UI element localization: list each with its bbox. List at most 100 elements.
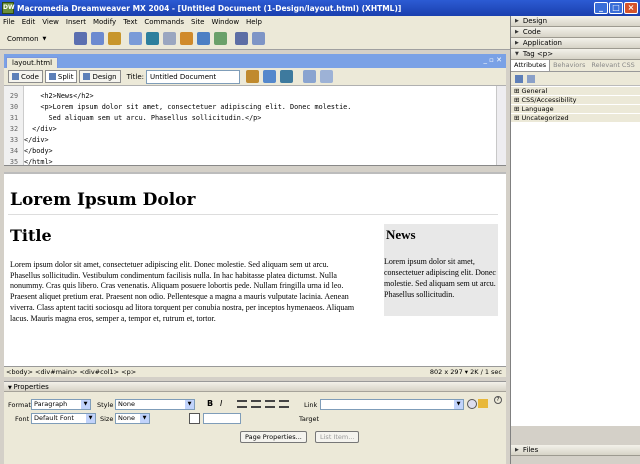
table-icon[interactable] [129,32,142,45]
menu-window[interactable]: Window [211,18,239,26]
menu-modify[interactable]: Modify [93,18,116,26]
font-label: Font [15,415,30,423]
design-view-label: Design [92,72,117,81]
size-label: Size [100,415,114,423]
page-properties-button[interactable]: Page Properties... [240,431,307,443]
link-label: Link [304,401,318,409]
maximize-button[interactable]: □ [609,2,623,14]
chevron-down-icon: ▼ [454,400,463,409]
link-input[interactable]: ▼ [320,399,464,410]
triangle-right-icon: ▶ [515,18,519,24]
layer-icon[interactable] [146,32,159,45]
menu-site[interactable]: Site [191,18,204,26]
tag-inspector-header[interactable]: ▼ Tag <p> [511,49,640,60]
list-item-button[interactable]: List Item... [315,431,360,443]
align-center-icon[interactable] [251,400,261,408]
menu-text[interactable]: Text [123,18,137,26]
comment-icon[interactable] [214,32,227,45]
code-line: 30 <p>Lorem ipsum dolor sit amet, consec… [9,103,352,111]
align-left-icon[interactable] [237,400,247,408]
help-icon[interactable]: ? [494,396,502,404]
font-select[interactable]: Default Font ▼ [31,413,96,424]
hyperlink-icon[interactable] [74,32,87,45]
list-view-icon[interactable] [527,74,535,83]
style-select[interactable]: None ▼ [115,399,195,410]
code-panel-group[interactable]: ▶ Code [511,27,640,38]
bold-button[interactable]: B [207,399,213,408]
menu-bar: File Edit View Insert Modify Text Comman… [0,16,510,28]
split-view-button[interactable]: Split [44,70,78,83]
design-view-button[interactable]: Design [79,70,121,83]
design-panel-group[interactable]: ▶ Design [511,16,640,27]
tag-inspector-title: Tag <p> [522,50,554,58]
application-panel-label: Application [522,39,562,47]
menu-insert[interactable]: Insert [66,18,86,26]
tab-behaviors[interactable]: Behaviors [550,60,588,71]
image-icon[interactable] [163,32,176,45]
properties-header[interactable]: ▼ Properties [4,382,506,392]
category-view-icon[interactable] [515,74,523,83]
align-right-icon[interactable] [265,400,275,408]
folder-icon[interactable] [478,399,488,408]
panel-dock: ▶ Design ▶ Code ▶ Application ▼ Tag <p> Attr… [510,16,640,464]
news-sidebar: News Lorem ipsum dolor sit amet, consect… [384,224,498,316]
minimize-button[interactable]: _ [594,2,608,14]
menu-edit[interactable]: Edit [22,18,36,26]
templates-icon[interactable] [235,32,248,45]
close-button[interactable]: × [624,2,638,14]
split-view-label: Split [57,72,74,81]
file-management-icon[interactable] [246,70,259,83]
italic-button[interactable]: I [220,399,222,408]
attribute-category-language[interactable]: ⊞ Language [511,105,640,114]
debug-icon[interactable] [280,70,293,83]
menu-help[interactable]: Help [246,18,262,26]
attribute-category-uncategorized[interactable]: ⊞ Uncategorized [511,114,640,123]
tag-selector[interactable]: <body> <div#main> <div#col1> <p> [6,368,136,376]
align-justify-icon[interactable] [279,400,289,408]
text-color-input[interactable] [203,413,241,424]
attribute-category-general[interactable]: ⊞ General [511,87,640,96]
code-panel-label: Code [522,28,541,36]
document-window-controls[interactable]: _ ▫ ✕ [483,56,502,64]
email-link-icon[interactable] [91,32,104,45]
files-panel-group[interactable]: ▶ Files [511,445,640,456]
code-pane[interactable]: 29 <h2>News</h2> 30 <p>Lorem ipsum dolor… [4,86,506,166]
triangle-right-icon: ▶ [515,29,519,35]
code-view-label: Code [21,72,39,81]
format-select[interactable]: Paragraph ▼ [31,399,91,410]
window-titlebar: DW Macromedia Dreamweaver MX 2004 - [Unt… [0,0,640,16]
title-label: Title: [126,72,144,81]
media-icon[interactable] [180,32,193,45]
refresh-icon[interactable] [303,70,316,83]
text-color-picker[interactable] [189,413,200,424]
view-options-icon[interactable] [320,70,333,83]
style-label: Style [97,401,114,409]
code-line: 33 </div> [9,136,49,144]
application-panel-group[interactable]: ▶ Application [511,38,640,49]
code-view-icon [12,73,19,80]
chevron-down-icon: ▼ [86,414,95,423]
tag-inspector-tabs: Attributes Behaviors Relevant CSS [511,60,640,72]
menu-view[interactable]: View [42,18,59,26]
tab-relevant-css[interactable]: Relevant CSS [588,60,637,71]
app-icon: DW [2,2,15,14]
attribute-category-css[interactable]: ⊞ CSS/Accessibility [511,96,640,105]
point-to-file-icon[interactable] [467,399,477,409]
code-line: 35 </html> [9,158,53,166]
tab-attributes[interactable]: Attributes [511,60,551,71]
code-view-button[interactable]: Code [8,70,43,83]
preview-browser-icon[interactable] [263,70,276,83]
menu-commands[interactable]: Commands [144,18,184,26]
size-select[interactable]: None ▼ [115,413,150,424]
title-input[interactable]: Untitled Document [146,69,240,84]
named-anchor-icon[interactable] [108,32,121,45]
document-tab[interactable]: layout.html [6,57,59,68]
tag-chooser-icon[interactable] [252,32,265,45]
date-icon[interactable] [197,32,210,45]
menu-file[interactable]: File [3,18,15,26]
code-scrollbar[interactable] [496,86,506,165]
chevron-down-icon: ▼ [140,414,149,423]
property-inspector: ▼ Properties Format Paragraph ▼ Style Non… [4,381,506,464]
insert-category-select[interactable]: Common ▼ [4,31,56,46]
design-pane[interactable]: Lorem Ipsum Dolor Title Lorem ipsum dolo… [4,172,506,366]
